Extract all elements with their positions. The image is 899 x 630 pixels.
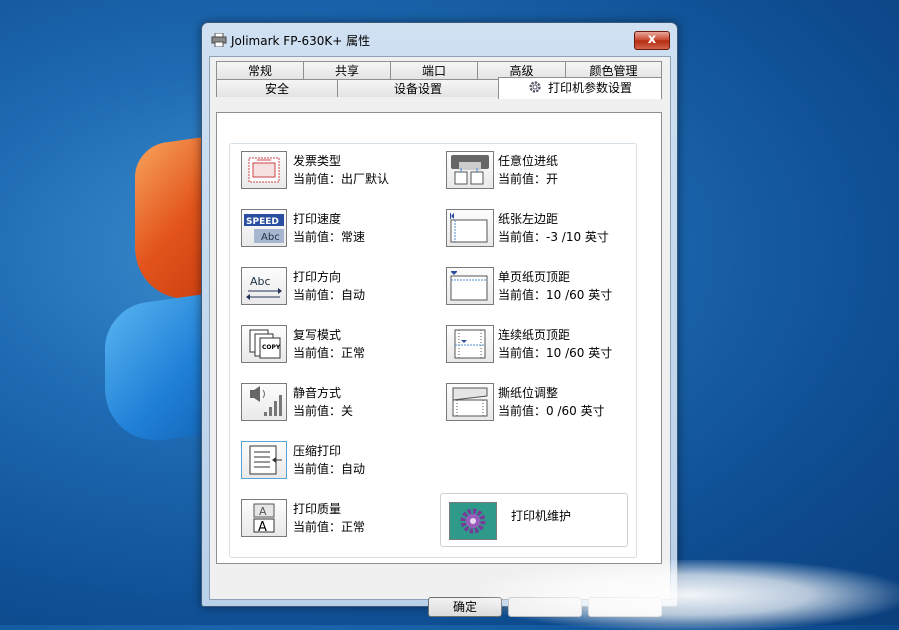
close-icon: x xyxy=(647,32,657,47)
setting-value: 当前值：10 /60 英寸 xyxy=(498,288,613,302)
setting-label: 打印方向 xyxy=(293,270,342,284)
desktop-glow xyxy=(480,560,899,630)
ok-label: 确定 xyxy=(452,600,477,614)
close-button[interactable]: x xyxy=(634,31,670,50)
copy-mode-icon: COPY xyxy=(241,325,287,363)
printer-properties-window: Jolimark FP-630K+ 属性 x 常规 共享 端口 高级 颜色管理 … xyxy=(201,22,678,617)
tab-label: 端口 xyxy=(421,64,446,78)
tab-device-settings[interactable]: 设备设置 xyxy=(337,79,499,97)
mute-icon xyxy=(241,383,287,421)
setting-value: 当前值：开 xyxy=(498,172,559,186)
tab-sharing[interactable]: 共享 xyxy=(303,61,391,79)
title-bar[interactable]: Jolimark FP-630K+ 属性 x xyxy=(202,23,677,57)
direction-icon: Abc xyxy=(241,267,287,305)
tab-label: 常规 xyxy=(247,64,272,78)
tab-label: 设备设置 xyxy=(393,82,442,96)
maintenance-label: 打印机维护 xyxy=(511,509,572,523)
compress-icon xyxy=(241,441,287,479)
setting-label: 打印速度 xyxy=(293,212,342,226)
setting-label: 纸张左边距 xyxy=(498,212,559,226)
left-margin-icon xyxy=(446,209,494,247)
tab-label: 安全 xyxy=(264,82,289,96)
setting-value: 当前值：-3 /10 英寸 xyxy=(498,230,609,244)
setting-label: 发票类型 xyxy=(293,154,342,168)
window-title: Jolimark FP-630K+ 属性 xyxy=(231,34,371,48)
speed-text: SPEED xyxy=(246,217,279,227)
copy-text: COPY xyxy=(262,344,281,351)
setting-label: 打印质量 xyxy=(293,502,342,516)
speed-icon: SPEED Abc xyxy=(241,209,287,247)
setting-value: 当前值：出厂默认 xyxy=(293,172,390,186)
setting-label: 单页纸页顶距 xyxy=(498,270,571,284)
tab-label: 颜色管理 xyxy=(589,64,638,78)
setting-value: 当前值：常速 xyxy=(293,230,366,244)
continuous-top-margin-icon xyxy=(446,325,494,363)
setting-value: 当前值：正常 xyxy=(293,520,366,534)
setting-value: 当前值：自动 xyxy=(293,462,366,476)
setting-value: 当前值：关 xyxy=(293,404,354,418)
paper-feed-icon xyxy=(446,151,494,189)
tab-general[interactable]: 常规 xyxy=(216,61,304,79)
tab-ports[interactable]: 端口 xyxy=(390,61,478,79)
dialog-client: 常规 共享 端口 高级 颜色管理 安全 设备设置 打印机参数设置 发票类型 当前… xyxy=(209,56,671,617)
setting-label: 任意位进纸 xyxy=(498,154,559,168)
settings-group: 发票类型 当前值：出厂默认 SPEED Abc 打印速度 当前值：常速 Abc 打… xyxy=(229,143,637,558)
tab-label: 共享 xyxy=(334,64,359,78)
setting-label: 静音方式 xyxy=(293,386,342,400)
setting-label: 撕纸位调整 xyxy=(498,386,559,400)
a-text: A xyxy=(258,520,267,534)
tab-label: 高级 xyxy=(509,64,534,78)
single-top-margin-icon xyxy=(446,267,494,305)
printer-icon xyxy=(211,33,227,47)
setting-value: 当前值：自动 xyxy=(293,288,366,302)
a-text: A xyxy=(259,505,267,518)
setting-label: 连续纸页顶距 xyxy=(498,328,571,342)
setting-value: 当前值：正常 xyxy=(293,346,366,360)
quality-icon: AA xyxy=(241,499,287,537)
abc-text: Abc xyxy=(250,275,271,288)
setting-label: 复写模式 xyxy=(293,328,342,342)
tab-printer-parameters[interactable]: 打印机参数设置 xyxy=(498,77,662,99)
tab-label: 打印机参数设置 xyxy=(547,81,632,95)
printer-maintenance-button[interactable]: 打印机维护 xyxy=(440,493,628,547)
tab-security[interactable]: 安全 xyxy=(216,79,338,97)
tear-off-icon xyxy=(446,383,494,421)
setting-value: 当前值：0 /60 英寸 xyxy=(498,404,605,418)
setting-label: 压缩打印 xyxy=(293,444,342,458)
invoice-type-icon xyxy=(241,151,287,189)
gear-icon xyxy=(529,81,541,93)
maintenance-gear-icon xyxy=(449,502,497,540)
setting-value: 当前值：10 /60 英寸 xyxy=(498,346,613,360)
tab-panel: 发票类型 当前值：出厂默认 SPEED Abc 打印速度 当前值：常速 Abc 打… xyxy=(216,112,662,564)
abc-text: Abc xyxy=(261,232,280,243)
